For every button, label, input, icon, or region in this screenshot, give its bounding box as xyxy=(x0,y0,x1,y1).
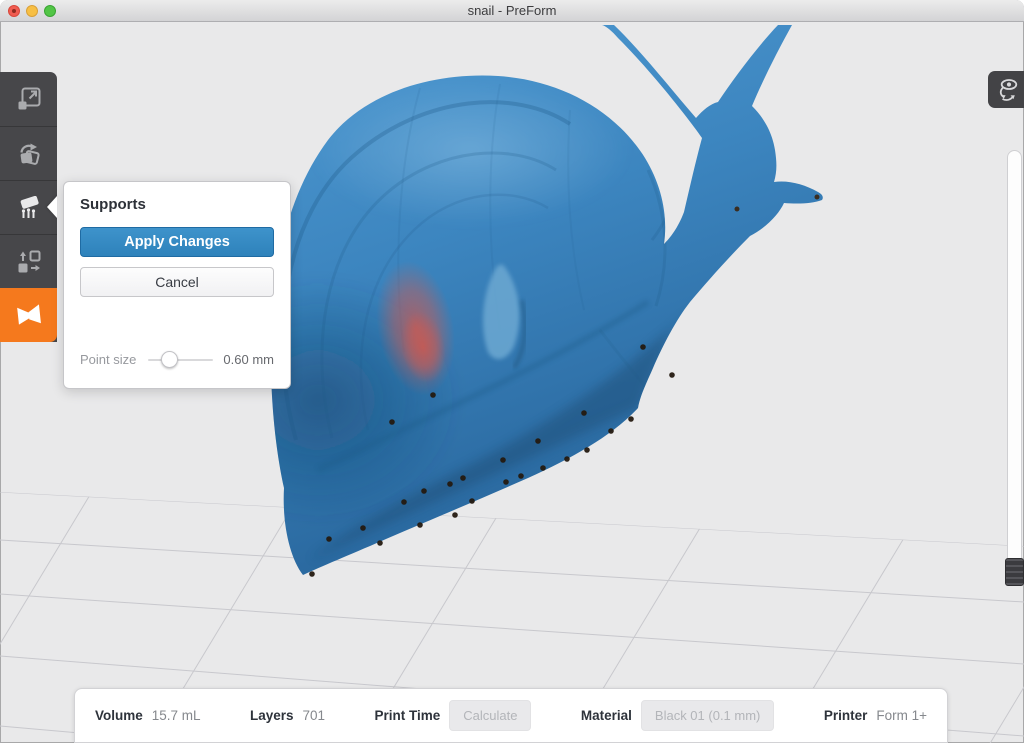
preform-window: snail - PreForm xyxy=(0,0,1024,743)
apply-changes-button[interactable]: Apply Changes xyxy=(80,227,274,257)
panel-title: Supports xyxy=(80,196,274,214)
point-size-label: Point size xyxy=(80,352,136,367)
supports-panel: Supports Apply Changes Cancel Point size… xyxy=(63,181,291,389)
layout-tool-button[interactable] xyxy=(0,234,57,288)
stat-printer: Printer Form 1+ xyxy=(824,708,927,723)
printer-value: Form 1+ xyxy=(876,708,927,723)
window-title: snail - PreForm xyxy=(468,3,557,18)
print-time-label: Print Time xyxy=(374,708,440,723)
stat-layers: Layers 701 xyxy=(250,708,325,723)
rotate-icon xyxy=(17,142,41,166)
volume-value: 15.7 mL xyxy=(152,708,201,723)
close-button[interactable] xyxy=(8,5,20,17)
orient-tool-button[interactable] xyxy=(0,126,57,180)
titlebar: snail - PreForm xyxy=(0,0,1024,22)
print-tool-button[interactable] xyxy=(0,288,57,342)
material-button[interactable]: Black 01 (0.1 mm) xyxy=(641,700,774,731)
scale-icon xyxy=(17,87,41,111)
butterfly-icon xyxy=(16,302,42,328)
traffic-lights xyxy=(8,5,56,17)
stat-volume: Volume 15.7 mL xyxy=(95,708,201,723)
slider-track[interactable] xyxy=(148,359,213,361)
printer-label: Printer xyxy=(824,708,868,723)
minimize-button[interactable] xyxy=(26,5,38,17)
layers-value: 701 xyxy=(303,708,326,723)
point-size-slider[interactable] xyxy=(148,351,213,368)
point-size-slider-thumb[interactable] xyxy=(161,351,178,368)
layer-slider-track[interactable] xyxy=(1007,150,1022,574)
zoom-button[interactable] xyxy=(44,5,56,17)
calculate-button[interactable]: Calculate xyxy=(449,700,531,731)
stat-material: Material Black 01 (0.1 mm) xyxy=(581,700,775,731)
status-bar: Volume 15.7 mL Layers 701 Print Time Cal… xyxy=(74,688,948,743)
layout-icon xyxy=(17,250,41,274)
panel-pointer-arrow xyxy=(47,196,57,218)
point-size-value: 0.60 mm xyxy=(223,352,274,367)
cancel-button[interactable]: Cancel xyxy=(80,267,274,297)
scale-tool-button[interactable] xyxy=(0,72,57,126)
view-rotate-button[interactable] xyxy=(988,71,1024,108)
point-size-row: Point size 0.60 mm xyxy=(80,351,274,368)
stat-print-time: Print Time Calculate xyxy=(374,700,531,731)
material-label: Material xyxy=(581,708,632,723)
supports-icon xyxy=(17,196,41,220)
layer-slider-handle[interactable] xyxy=(1005,558,1024,586)
volume-label: Volume xyxy=(95,708,143,723)
layers-label: Layers xyxy=(250,708,294,723)
orbit-view-icon xyxy=(993,77,1019,103)
